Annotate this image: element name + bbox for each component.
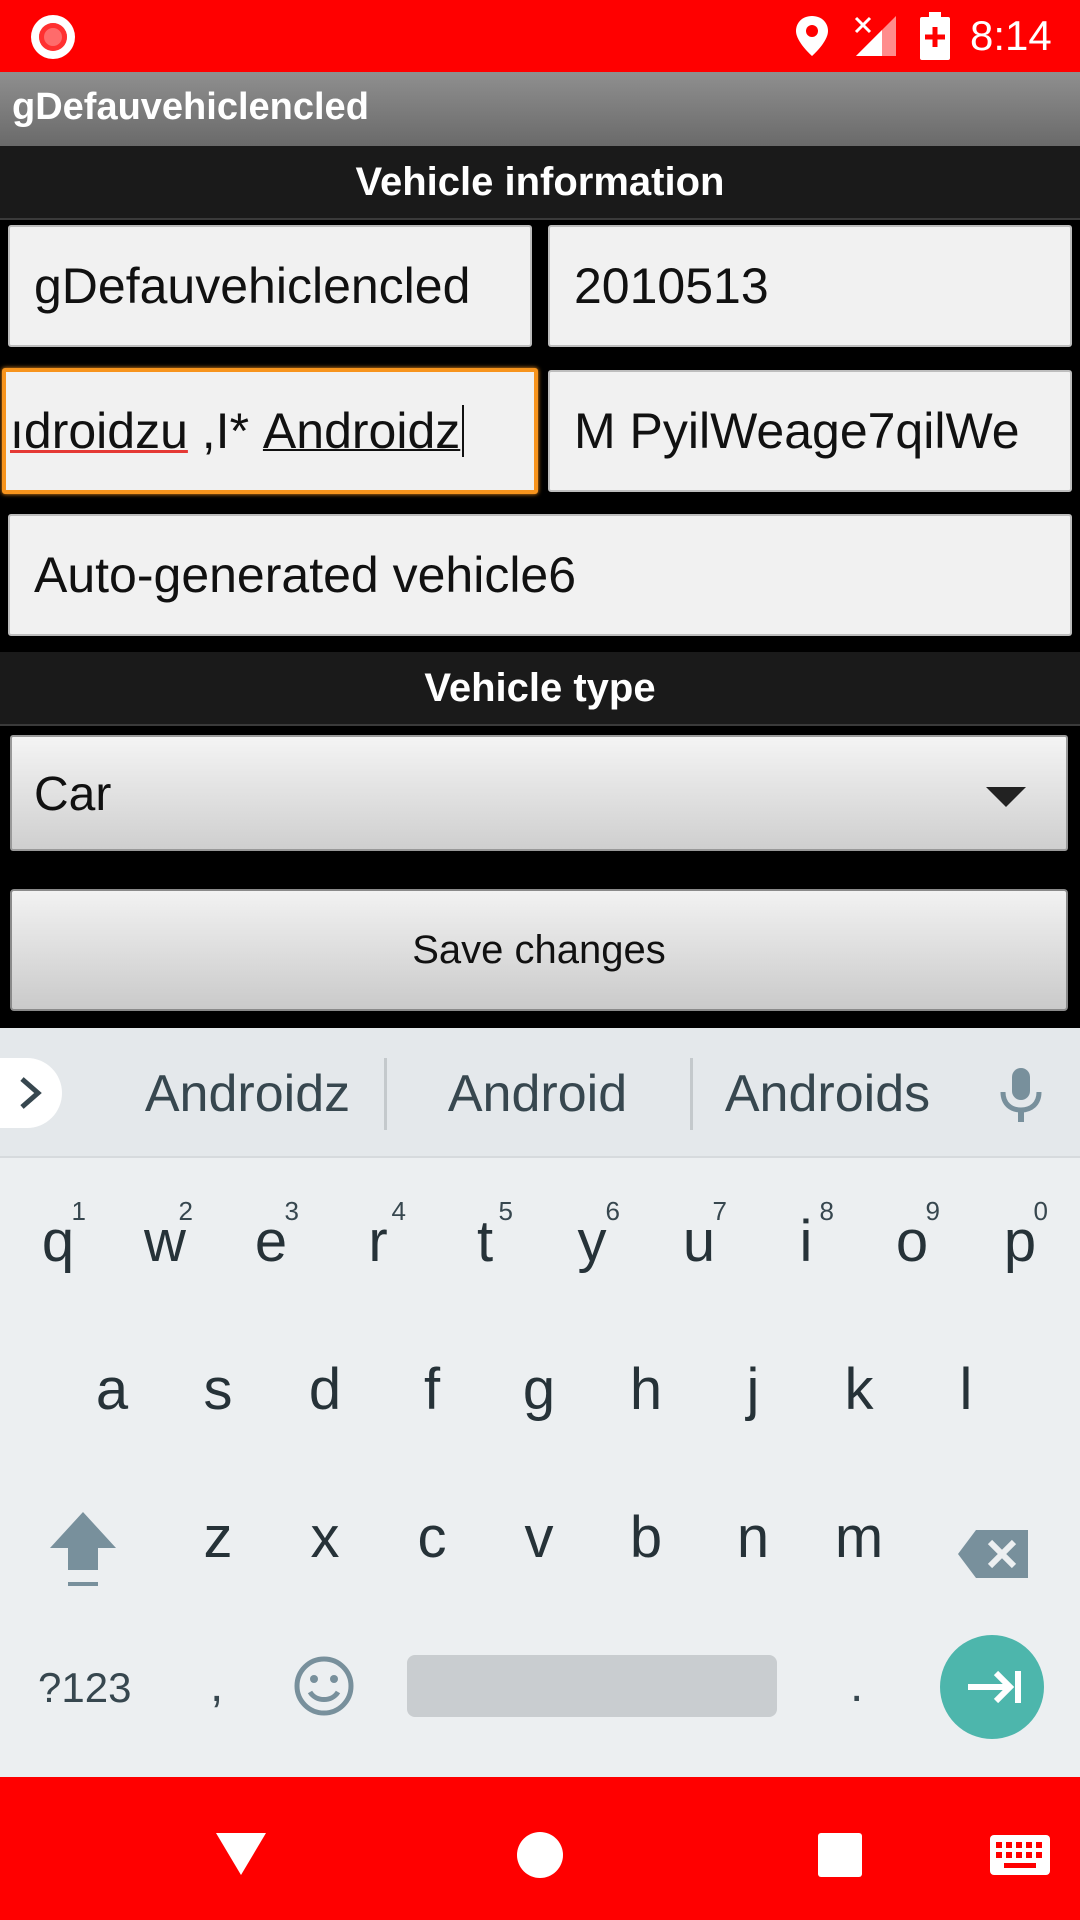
suggestion-expand-button[interactable]: [0, 1058, 62, 1128]
suggestion-strip: Androidz Android Androids: [0, 1028, 1080, 1158]
key-b[interactable]: b: [616, 1504, 676, 1571]
chevron-right-icon: [20, 1077, 42, 1109]
make-text-part3: Androidz: [262, 403, 461, 459]
dropdown-arrow-icon: [986, 787, 1026, 807]
key-m[interactable]: m: [829, 1504, 889, 1571]
microphone-icon[interactable]: [995, 1064, 1047, 1126]
vehicle-year-field[interactable]: 2010513: [548, 225, 1072, 347]
back-icon[interactable]: [214, 1831, 268, 1877]
key-t[interactable]: t5: [455, 1196, 515, 1275]
key-a[interactable]: a: [82, 1356, 142, 1423]
no-signal-icon: [854, 16, 896, 56]
make-text-part1: ıdroidzu: [10, 403, 188, 459]
keyboard-icon[interactable]: [990, 1835, 1050, 1875]
backspace-icon[interactable]: [956, 1528, 1030, 1580]
key-q[interactable]: q1: [28, 1196, 88, 1275]
shift-icon[interactable]: [46, 1508, 120, 1594]
key-f[interactable]: f: [402, 1356, 462, 1423]
recents-icon[interactable]: [818, 1833, 862, 1877]
vehicle-model-field[interactable]: M PyilWeage7qilWe: [548, 370, 1072, 492]
key-u[interactable]: u7: [669, 1196, 729, 1275]
key-j[interactable]: j: [723, 1356, 783, 1423]
vehicle-description-field[interactable]: Auto-generated vehicle6: [8, 514, 1072, 636]
suggestion-1[interactable]: Androidz: [130, 1064, 365, 1124]
text-caret: [462, 405, 465, 457]
vehicle-information-header: Vehicle information: [0, 146, 1080, 220]
navigation-bar: [0, 1777, 1080, 1920]
key-l[interactable]: l: [936, 1356, 996, 1423]
vehicle-type-spinner[interactable]: Car: [10, 735, 1068, 851]
tab-next-icon: [968, 1670, 1021, 1704]
status-bar: 8:14: [0, 0, 1080, 72]
battery-charging-icon: [920, 12, 950, 60]
app-title: gDefauvehiclencled: [12, 86, 369, 128]
emoji-icon[interactable]: [292, 1654, 356, 1718]
next-field-button[interactable]: [940, 1635, 1044, 1739]
vehicle-make-field[interactable]: ıdroidzu ,I* Androidz: [2, 368, 538, 494]
soft-keyboard: Androidz Android Androids q1 w2 e3 r4 t5…: [0, 1028, 1080, 1777]
vehicle-type-header: Vehicle type: [0, 652, 1080, 726]
period-key[interactable]: .: [850, 1658, 863, 1713]
key-g[interactable]: g: [509, 1356, 569, 1423]
location-icon: [796, 16, 828, 56]
clock: 8:14: [970, 12, 1052, 59]
key-e[interactable]: e3: [241, 1196, 301, 1275]
key-d[interactable]: d: [295, 1356, 355, 1423]
vehicle-name-field[interactable]: gDefauvehiclencled: [8, 225, 532, 347]
key-y[interactable]: y6: [562, 1196, 622, 1275]
space-bar[interactable]: [407, 1655, 777, 1717]
key-w[interactable]: w2: [135, 1196, 195, 1275]
suggestion-2[interactable]: Android: [420, 1064, 655, 1124]
key-c[interactable]: c: [402, 1504, 462, 1571]
suggestion-divider: [690, 1058, 693, 1130]
save-changes-button[interactable]: Save changes: [10, 889, 1068, 1011]
key-o[interactable]: o9: [882, 1196, 942, 1275]
suggestion-3[interactable]: Androids: [710, 1064, 945, 1124]
screen-record-icon: [31, 15, 75, 59]
vehicle-type-selected: Car: [34, 768, 112, 821]
key-x[interactable]: x: [295, 1504, 355, 1571]
suggestion-divider: [384, 1058, 387, 1130]
make-text-part2: ,I*: [187, 403, 263, 459]
comma-key[interactable]: ,: [210, 1658, 223, 1713]
key-h[interactable]: h: [616, 1356, 676, 1423]
key-n[interactable]: n: [723, 1504, 783, 1571]
key-i[interactable]: i8: [776, 1196, 836, 1275]
app-bar: gDefauvehiclencled: [0, 72, 1080, 146]
key-p[interactable]: p0: [990, 1196, 1050, 1275]
key-r[interactable]: r4: [348, 1196, 408, 1275]
key-v[interactable]: v: [509, 1504, 569, 1571]
key-k[interactable]: k: [829, 1356, 889, 1423]
home-icon[interactable]: [516, 1831, 564, 1879]
key-s[interactable]: s: [188, 1356, 248, 1423]
key-z[interactable]: z: [188, 1504, 248, 1571]
symbols-key[interactable]: ?123: [38, 1664, 131, 1712]
